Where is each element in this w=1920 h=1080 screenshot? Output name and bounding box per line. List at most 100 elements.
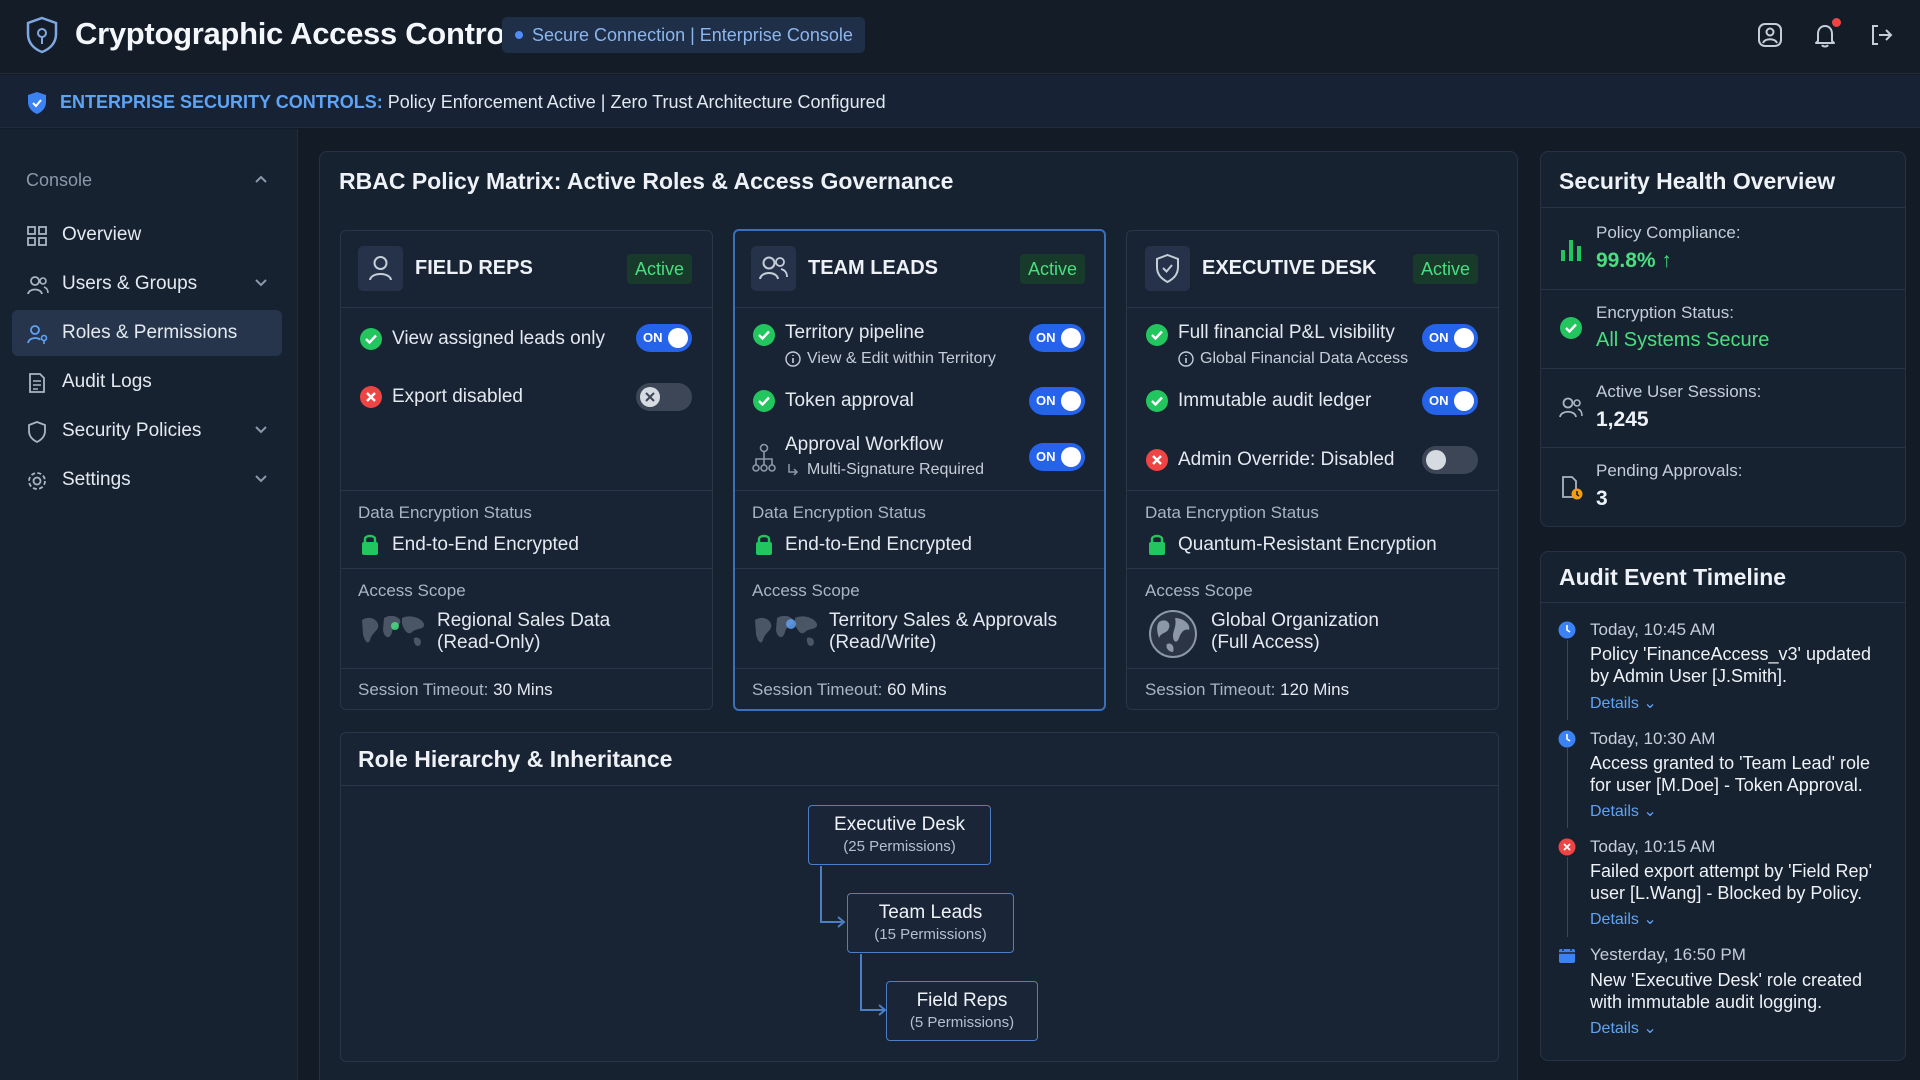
toggle-on-label: ON bbox=[1429, 393, 1449, 408]
scope-line-1: Regional Sales Data bbox=[437, 610, 611, 631]
status-badge: Active bbox=[627, 254, 693, 284]
banner-text: ENTERPRISE SECURITY CONTROLS: Policy Enf… bbox=[60, 92, 886, 113]
node-permissions: (5 Permissions) bbox=[909, 1014, 1015, 1031]
hierarchy-title: Role Hierarchy & Inheritance bbox=[358, 746, 673, 772]
permission-toggle[interactable] bbox=[1422, 446, 1478, 474]
scope-value: Territory Sales & Approvals (Read/Write) bbox=[829, 610, 1057, 654]
event-line-1: New 'Executive Desk' role created bbox=[1590, 970, 1862, 990]
hierarchy-node-team-leads[interactable]: Team Leads (15 Permissions) bbox=[847, 893, 1014, 953]
sidebar-item-label: Security Policies bbox=[62, 420, 202, 441]
divider bbox=[1127, 307, 1498, 308]
encryption-value: End-to-End Encrypted bbox=[785, 534, 972, 555]
toggle-knob bbox=[1061, 391, 1081, 411]
details-link[interactable]: Details ⌄ bbox=[1590, 909, 1657, 929]
hierarchy-node-executive-desk[interactable]: Executive Desk (25 Permissions) bbox=[808, 805, 991, 865]
permission-toggle[interactable]: ON bbox=[1029, 443, 1085, 471]
check-circle-icon bbox=[752, 389, 776, 413]
x-circle-icon bbox=[1558, 838, 1576, 856]
permission-toggle[interactable]: ON bbox=[1029, 324, 1085, 352]
node-name: Field Reps bbox=[916, 990, 1008, 1011]
event-line-2: user [L.Wang] - Blocked by Policy. bbox=[1590, 883, 1863, 903]
scope-line-2: (Full Access) bbox=[1211, 632, 1320, 653]
toggle-knob bbox=[1454, 328, 1474, 348]
divider bbox=[341, 668, 712, 669]
timeline-line bbox=[1567, 640, 1568, 720]
hierarchy-node-field-reps[interactable]: Field Reps (5 Permissions) bbox=[886, 981, 1038, 1041]
permission-toggle[interactable]: ON bbox=[1422, 324, 1478, 352]
status-badge: Active bbox=[1413, 254, 1479, 284]
user-key-icon bbox=[26, 323, 50, 345]
calendar-icon bbox=[1558, 946, 1576, 964]
stat-value: 99.8% ↑ bbox=[1596, 249, 1672, 273]
toggle-knob bbox=[1454, 391, 1474, 411]
sidebar-item-label: Audit Logs bbox=[62, 371, 152, 392]
user-profile-icon[interactable] bbox=[1757, 22, 1783, 48]
stat-label: Pending Approvals: bbox=[1596, 461, 1743, 480]
divider bbox=[341, 307, 712, 308]
permission-toggle[interactable] bbox=[636, 383, 692, 411]
toggle-on-label: ON bbox=[1036, 330, 1056, 345]
sidebar-item-users-groups[interactable]: Users & Groups bbox=[12, 261, 282, 307]
details-link[interactable]: Details ⌄ bbox=[1590, 1018, 1657, 1038]
permission-label: Admin Override: Disabled bbox=[1178, 449, 1395, 470]
check-circle-icon bbox=[1559, 316, 1583, 340]
permission-label: Token approval bbox=[785, 390, 914, 411]
encryption-label: Data Encryption Status bbox=[1145, 503, 1319, 522]
details-link[interactable]: Details ⌄ bbox=[1590, 801, 1657, 821]
sidebar-item-audit-logs[interactable]: Audit Logs bbox=[12, 359, 282, 405]
check-circle-icon bbox=[752, 323, 776, 347]
toggle-knob bbox=[1061, 447, 1081, 467]
clock-icon bbox=[1558, 730, 1576, 748]
divider bbox=[735, 490, 1104, 491]
divider bbox=[1127, 568, 1498, 569]
hierarchy-connector bbox=[860, 954, 862, 1010]
sidebar-item-label: Overview bbox=[62, 224, 142, 245]
check-circle-icon bbox=[1145, 323, 1169, 347]
node-name: Executive Desk bbox=[834, 814, 965, 835]
scope-line-2: (Read/Write) bbox=[829, 632, 937, 653]
scope-label: Access Scope bbox=[752, 581, 860, 600]
details-label: Details bbox=[1590, 803, 1639, 820]
sidebar-item-roles-permissions[interactable]: Roles & Permissions bbox=[12, 310, 282, 356]
timeout-value: 120 Mins bbox=[1280, 680, 1350, 699]
event-line-2: by Admin User [J.Smith]. bbox=[1590, 666, 1788, 686]
lock-icon bbox=[360, 532, 380, 556]
app-title: Cryptographic Access Control bbox=[75, 16, 514, 51]
timeout-value: 60 Mins bbox=[887, 680, 947, 699]
chevron-up-icon[interactable] bbox=[254, 174, 268, 184]
details-link[interactable]: Details ⌄ bbox=[1590, 693, 1657, 713]
toggle-on-label: ON bbox=[643, 330, 663, 345]
sidebar-item-settings[interactable]: Settings bbox=[12, 457, 282, 503]
gear-icon bbox=[26, 470, 48, 492]
world-map-icon bbox=[751, 610, 821, 654]
permission-sublabel: View & Edit within Territory bbox=[807, 350, 996, 367]
event-time: Today, 10:30 AM bbox=[1590, 729, 1716, 748]
stat-label: Encryption Status: bbox=[1596, 303, 1734, 322]
pending-document-icon bbox=[1559, 475, 1585, 501]
permission-toggle[interactable]: ON bbox=[1029, 387, 1085, 415]
divider bbox=[341, 490, 712, 491]
timeout-label: Session Timeout: bbox=[752, 680, 883, 699]
permission-toggle[interactable]: ON bbox=[1422, 387, 1478, 415]
permission-toggle[interactable]: ON bbox=[636, 324, 692, 352]
timeout-label: Session Timeout: bbox=[1145, 680, 1276, 699]
encryption-value: End-to-End Encrypted bbox=[392, 534, 579, 555]
role-name: EXECUTIVE DESK bbox=[1202, 257, 1377, 279]
sidebar-item-label: Roles & Permissions bbox=[62, 322, 238, 343]
sidebar-item-security-policies[interactable]: Security Policies bbox=[12, 408, 282, 454]
node-permissions: (25 Permissions) bbox=[843, 838, 956, 855]
document-icon bbox=[26, 372, 48, 394]
event-message: Access granted to 'Team Lead' role for us… bbox=[1590, 752, 1870, 796]
stat-value: 3 bbox=[1596, 487, 1608, 510]
matrix-title: RBAC Policy Matrix: Active Roles & Acces… bbox=[339, 168, 954, 194]
scope-value: Global Organization (Full Access) bbox=[1211, 610, 1379, 654]
divider bbox=[735, 568, 1104, 569]
chevron-down-icon bbox=[254, 425, 268, 435]
permission-label: Export disabled bbox=[392, 386, 523, 407]
chevron-down-icon: ⌄ bbox=[1643, 1020, 1657, 1037]
chevron-down-icon: ⌄ bbox=[1643, 695, 1657, 712]
divider bbox=[1541, 368, 1905, 369]
toggle-on-label: ON bbox=[1429, 330, 1449, 345]
sidebar-item-overview[interactable]: Overview bbox=[12, 212, 282, 258]
logout-icon[interactable] bbox=[1868, 22, 1894, 48]
